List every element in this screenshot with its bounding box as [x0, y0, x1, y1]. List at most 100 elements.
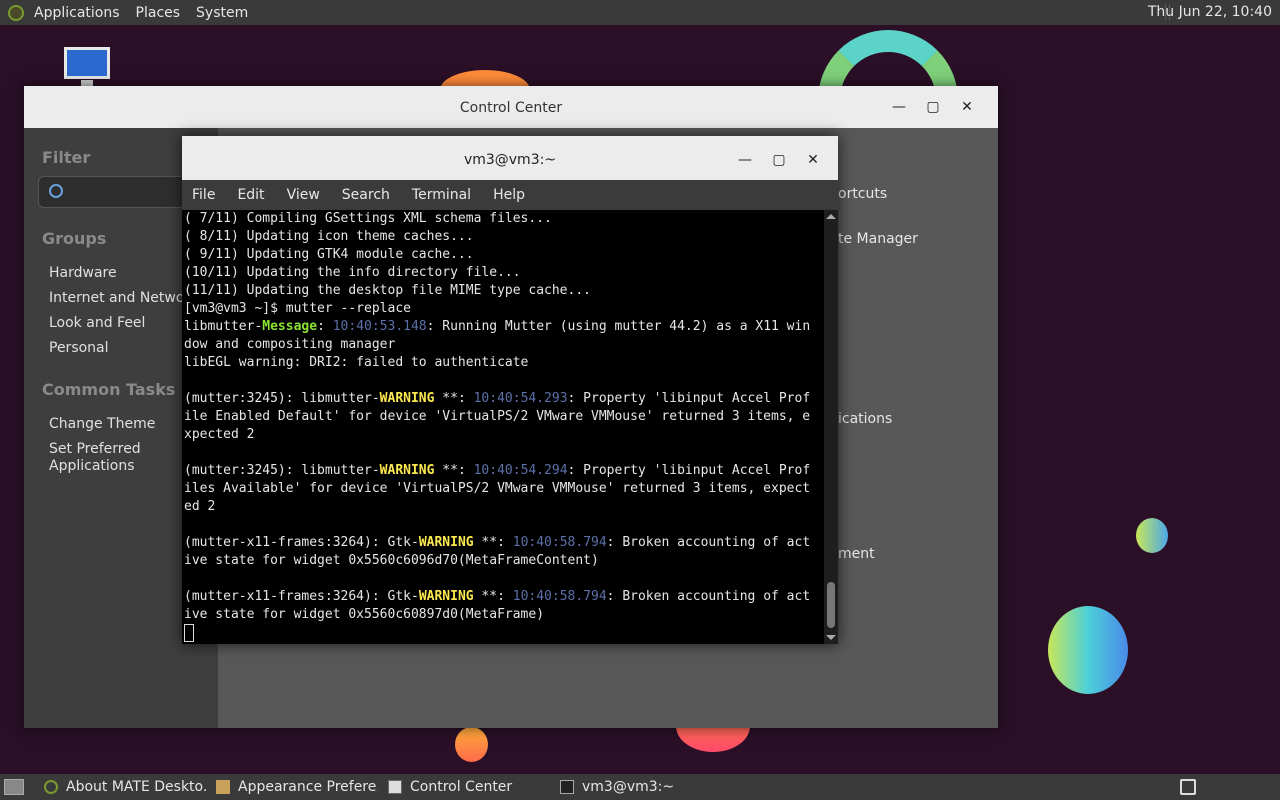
maximize-button[interactable]: ▢	[762, 152, 796, 168]
minimize-button[interactable]: —	[882, 99, 916, 115]
terminal-text: 10:40:54.294	[473, 463, 568, 478]
terminal-text: xpected 2	[184, 427, 255, 442]
clock[interactable]: Thu Jun 22, 10:40	[1148, 0, 1272, 25]
terminal-line: ( 7/11) Compiling GSettings XML schema f…	[184, 210, 826, 228]
terminal-line: libmutter-Message: 10:40:53.148: Running…	[184, 318, 826, 336]
scrollbar-thumb[interactable]	[827, 582, 835, 628]
terminal-text: ( 9/11) Updating GTK4 module cache...	[184, 247, 474, 262]
terminal-text: **:	[434, 391, 474, 406]
appearance-icon	[216, 780, 230, 794]
workspace-switcher[interactable]	[1180, 779, 1196, 795]
terminal-line: (10/11) Updating the info directory file…	[184, 264, 826, 282]
menu-edit[interactable]: Edit	[237, 187, 264, 203]
filter-heading: Filter	[42, 148, 91, 167]
task-label: Appearance Prefere...	[238, 779, 378, 795]
terminal-text: (mutter-x11-frames:3264): Gtk-	[184, 589, 419, 604]
group-hardware[interactable]: Hardware	[49, 265, 117, 281]
decorative-orb	[1136, 518, 1168, 553]
task-set-preferred-applications[interactable]: Set Preferred	[49, 441, 141, 457]
terminal-text: 10:40:54.293	[473, 391, 568, 406]
terminal-text: ( 7/11) Compiling GSettings XML schema f…	[184, 211, 552, 226]
terminal-text: (mutter-x11-frames:3264): Gtk-	[184, 535, 419, 550]
peek-label[interactable]: ortcuts	[838, 186, 887, 202]
terminal-text: Message	[262, 319, 318, 334]
taskbar-item-control-center[interactable]: Control Center	[382, 774, 550, 800]
decorative-orb	[1048, 606, 1128, 694]
menu-file[interactable]: File	[192, 187, 215, 203]
menu-places[interactable]: Places	[128, 5, 189, 21]
taskbar-item-terminal[interactable]: vm3@vm3:~	[554, 774, 722, 800]
task-set-preferred-applications-line2[interactable]: Applications	[49, 458, 135, 474]
terminal-text: WARNING	[418, 535, 474, 550]
minimize-button[interactable]: —	[728, 152, 762, 168]
terminal-line: ive state for widget 0x5560c60897d0(Meta…	[184, 606, 826, 624]
terminal-line: ( 8/11) Updating icon theme caches...	[184, 228, 826, 246]
control-center-icon	[388, 780, 402, 794]
menu-view[interactable]: View	[287, 187, 320, 203]
group-look-and-feel[interactable]: Look and Feel	[49, 315, 145, 331]
terminal-output[interactable]: ( 7/11) Compiling GSettings XML schema f…	[182, 210, 826, 644]
taskbar-item-about-mate[interactable]: About MATE Deskto...	[38, 774, 206, 800]
terminal-text: ( 8/11) Updating icon theme caches...	[184, 229, 474, 244]
terminal-text: dow and compositing manager	[184, 337, 396, 352]
terminal-text: libEGL warning: DRI2: failed to authenti…	[184, 355, 529, 370]
task-label: vm3@vm3:~	[582, 779, 675, 795]
group-personal[interactable]: Personal	[49, 340, 109, 356]
menu-system[interactable]: System	[188, 5, 256, 21]
scroll-up-icon[interactable]	[826, 214, 836, 219]
terminal-text: : Broken accounting of act	[606, 535, 811, 550]
terminal-text: :	[317, 319, 333, 334]
terminal-icon	[560, 780, 574, 794]
terminal-line: ( 9/11) Updating GTK4 module cache...	[184, 246, 826, 264]
terminal-text: ive state for widget 0x5560c60897d0(Meta…	[184, 607, 545, 622]
terminal-text: WARNING	[379, 391, 435, 406]
peek-label[interactable]: ications	[838, 411, 892, 427]
menu-search[interactable]: Search	[342, 187, 390, 203]
menu-help[interactable]: Help	[493, 187, 525, 203]
terminal-text: **:	[434, 463, 474, 478]
terminal-titlebar[interactable]: vm3@vm3:~ — ▢ ✕	[182, 136, 838, 180]
close-button[interactable]: ✕	[796, 152, 830, 168]
decorative-orb	[455, 727, 488, 762]
task-label: About MATE Deskto...	[66, 779, 206, 795]
mate-logo-icon	[44, 780, 58, 794]
terminal-text: ive state for widget 0x5560c6096d70(Meta…	[184, 553, 599, 568]
scroll-down-icon[interactable]	[826, 635, 836, 640]
show-desktop-icon[interactable]	[4, 779, 24, 795]
terminal-text: WARNING	[379, 463, 435, 478]
terminal-line: (11/11) Updating the desktop file MIME t…	[184, 282, 826, 300]
group-internet-network[interactable]: Internet and Network	[49, 290, 198, 306]
mate-logo-icon[interactable]	[8, 4, 24, 21]
terminal-text: ed 2	[184, 499, 216, 514]
taskbar-item-appearance[interactable]: Appearance Prefere...	[210, 774, 378, 800]
menu-terminal[interactable]: Terminal	[412, 187, 471, 203]
maximize-button[interactable]: ▢	[916, 99, 950, 115]
bottom-panel: About MATE Deskto... Appearance Prefere.…	[0, 774, 1280, 800]
terminal-line: ile Enabled Default' for device 'Virtual…	[184, 408, 826, 426]
terminal-text: iles Available' for device 'VirtualPS/2 …	[184, 481, 811, 496]
terminal-line: ed 2	[184, 498, 826, 516]
terminal-text: : Broken accounting of act	[606, 589, 811, 604]
terminal-window: vm3@vm3:~ — ▢ ✕ File Edit View Search Te…	[182, 136, 838, 644]
terminal-line: ive state for widget 0x5560c6096d70(Meta…	[184, 552, 826, 570]
task-change-theme[interactable]: Change Theme	[49, 416, 155, 432]
menu-applications[interactable]: Applications	[26, 5, 128, 21]
peek-label[interactable]: ment	[838, 546, 875, 562]
computer-desktop-icon[interactable]	[64, 47, 110, 86]
close-button[interactable]: ✕	[950, 99, 984, 115]
terminal-text: ile Enabled Default' for device 'Virtual…	[184, 409, 811, 424]
terminal-text: **:	[473, 535, 513, 550]
peek-label[interactable]: te Manager	[838, 231, 918, 247]
terminal-text: 10:40:58.794	[512, 589, 607, 604]
common-tasks-heading: Common Tasks	[42, 380, 176, 399]
terminal-scrollbar[interactable]	[824, 210, 838, 644]
terminal-text: : Property 'libinput Accel Prof	[567, 463, 811, 478]
groups-heading: Groups	[42, 229, 107, 248]
control-center-titlebar[interactable]: Control Center — ▢ ✕	[24, 86, 998, 129]
terminal-text: (11/11) Updating the desktop file MIME t…	[184, 283, 591, 298]
top-panel: Applications Places System Thu Jun 22, 1…	[0, 0, 1280, 25]
